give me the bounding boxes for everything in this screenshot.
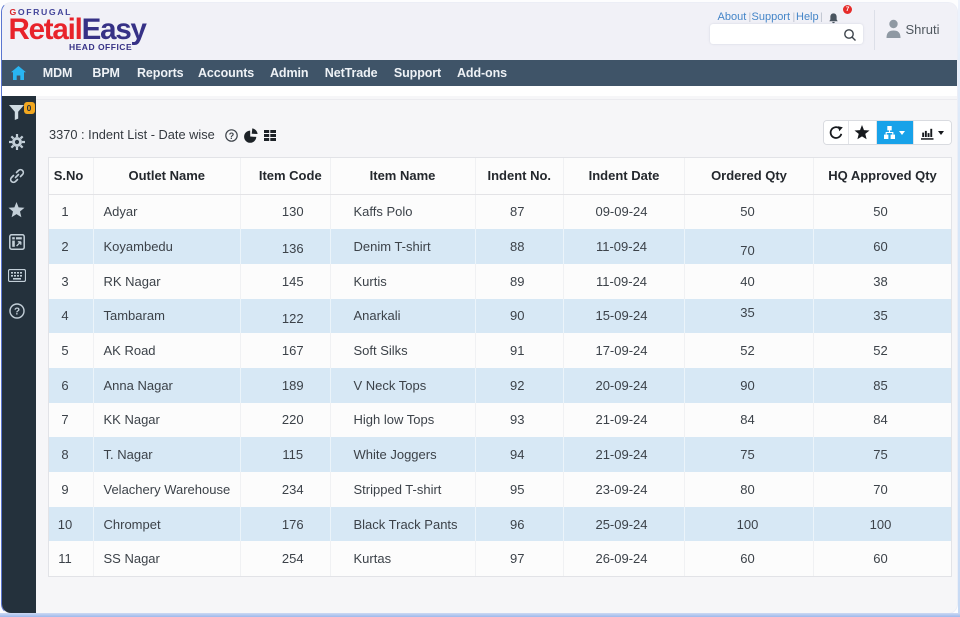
svg-text:?: ? — [228, 131, 234, 141]
svg-text:?: ? — [13, 306, 19, 317]
